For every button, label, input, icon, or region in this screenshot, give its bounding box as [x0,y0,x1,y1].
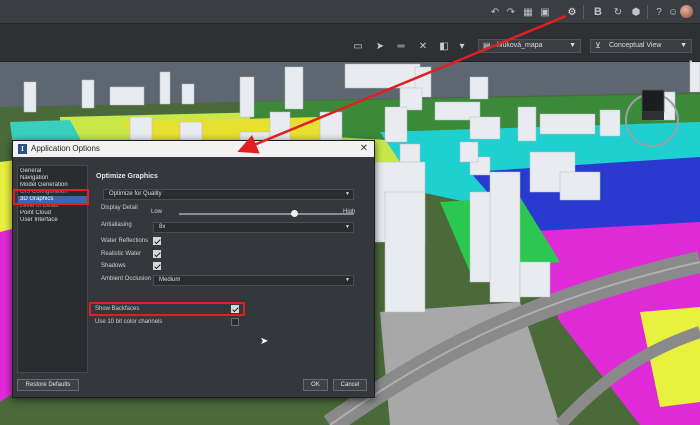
ambient-occlusion-label: Ambient Occlusion [101,276,152,282]
application-window: ↶ ↷ ▦ ▣ ⚙ B ↻ ⬢ ? ☺ ▭ ➤ ═ ✕ ◧ ▾ ▤ hlúkov… [0,0,700,425]
backfaces-highlight-box [89,302,245,316]
display-detail-label: Display Detail [101,205,138,211]
color-channels-checkbox[interactable] [231,318,239,326]
shadows-checkbox[interactable] [153,262,161,270]
application-options-dialog: I Application Options ✕ General Navigati… [12,140,375,398]
avatar[interactable] [680,5,693,18]
separator [583,5,584,19]
mouse-cursor-icon: ➤ [260,336,269,347]
chevron-down-icon: ▼ [345,191,350,197]
separator [647,5,648,19]
tool-toolbar: ▭ ➤ ═ ✕ ◧ ▾ ▤ hlúková_mapa ▼ ⊻ Conceptua… [0,24,700,68]
ok-button[interactable]: OK [303,379,328,391]
clip-icon[interactable]: ◧ [438,40,450,52]
move-tool-icon[interactable]: ✕ [417,40,429,52]
chevron-down-icon: ▼ [569,42,576,49]
close-icon[interactable]: ✕ [360,141,368,157]
panel-icon[interactable]: ▣ [538,5,552,19]
nav-item-general[interactable]: General [18,168,87,175]
chevron-down-icon: ▼ [345,277,350,283]
presentation-icon[interactable]: ▭ [352,40,364,52]
title-bar: ↶ ↷ ▦ ▣ ⚙ B ↻ ⬢ ? ☺ [0,0,700,24]
user-icon[interactable]: ☺ [666,5,680,19]
cube-icon[interactable]: ⬢ [629,5,643,19]
dialog-title: Application Options [31,144,100,153]
antialiasing-label: Antialiasing [101,222,132,228]
slider-thumb[interactable] [291,210,298,217]
antialiasing-select[interactable]: 8x ▼ [153,222,354,233]
display-detail-slider[interactable] [179,213,354,215]
view-dropdown-value: Conceptual View [609,42,662,49]
chevron-down-icon: ▼ [345,224,350,230]
layer-dropdown-value: hlúková_mapa [497,42,543,49]
measure-icon[interactable]: ═ [395,40,407,52]
ambient-occlusion-value: Medium [159,277,181,283]
antialiasing-value: 8x [159,224,166,230]
water-reflections-label: Water Reflections [101,238,149,244]
optimize-select[interactable]: Optimize for Quality ▼ [103,189,354,200]
layer-dropdown[interactable]: ▤ hlúková_mapa ▼ [478,39,581,53]
restore-defaults-button[interactable]: Restore Defaults [17,379,79,391]
view-style-icon: ⊻ [595,41,601,50]
chevron-down-icon: ▼ [680,42,687,49]
shadows-label: Shadows [101,263,126,269]
layers-icon: ▤ [483,41,491,50]
bold-b-icon[interactable]: B [591,5,605,19]
cancel-button[interactable]: Cancel [333,379,367,391]
help-icon[interactable]: ? [652,5,666,19]
ambient-occlusion-select[interactable]: Medium ▼ [153,275,354,286]
app-logo-icon: I [18,144,27,154]
realistic-water-label: Realistic Water [101,251,142,257]
nav-item-model-generation[interactable]: Model Generation [18,182,87,189]
low-label: Low [151,209,163,215]
water-reflections-checkbox[interactable] [153,237,161,245]
nav-item-user-interface[interactable]: User Interface [18,217,87,224]
nav-item-navigation[interactable]: Navigation [18,175,87,182]
realistic-water-checkbox[interactable] [153,250,161,258]
dialog-title-bar: I Application Options ✕ [13,141,374,157]
view-dropdown[interactable]: ⊻ Conceptual View ▼ [590,39,692,53]
gear-icon[interactable]: ⚙ [565,5,579,19]
optimize-select-value: Optimize for Quality [109,191,162,197]
select-arrow-icon[interactable]: ➤ [374,40,386,52]
refresh-icon[interactable]: ↻ [611,5,625,19]
redo-icon[interactable]: ↷ [504,5,518,19]
nav-highlight-box [13,189,89,205]
color-channels-label: Use 10 bit color channels [95,319,163,325]
section-title: Optimize Graphics [96,173,158,180]
nav-item-point-cloud[interactable]: Point Cloud [18,210,87,217]
undo-icon[interactable]: ↶ [488,5,502,19]
chevron-down-icon[interactable]: ▾ [456,40,468,52]
grid-icon[interactable]: ▦ [521,5,535,19]
